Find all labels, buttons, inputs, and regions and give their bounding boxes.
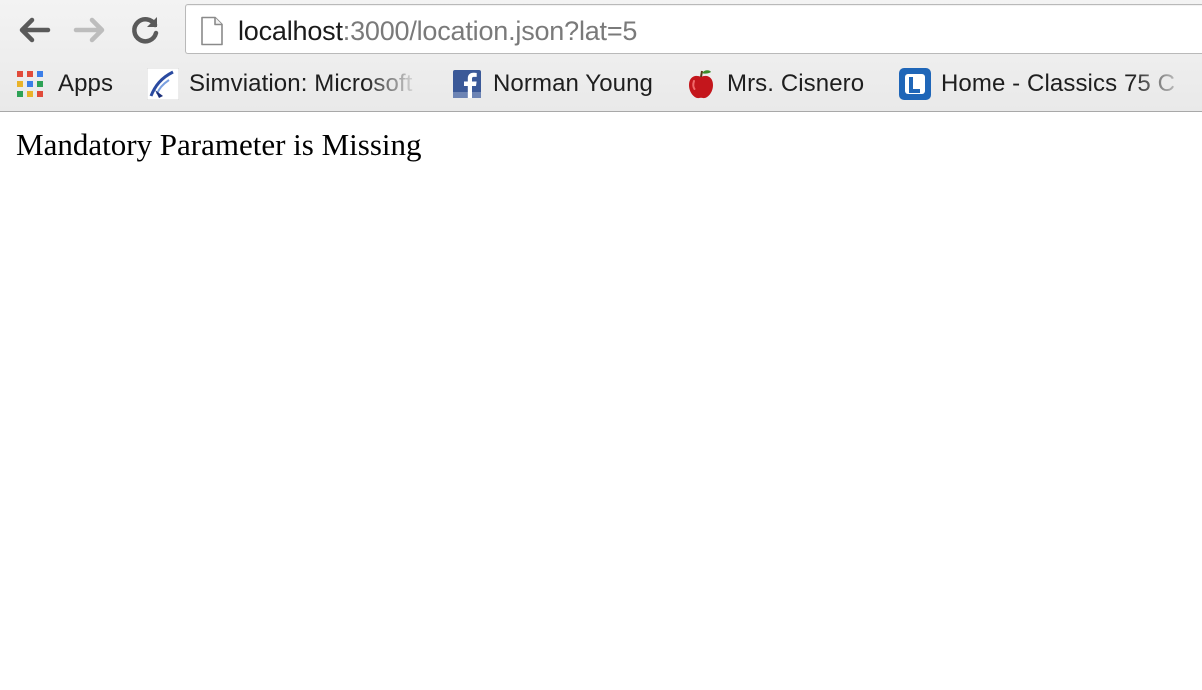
url-host: localhost	[238, 16, 343, 46]
bookmark-mrs-cisnero[interactable]: Mrs. Cisnero	[685, 62, 864, 106]
bookmark-label: Simviation: Microsoft	[189, 70, 413, 97]
bookmark-label: Apps	[58, 70, 114, 97]
simviation-icon	[147, 68, 179, 100]
reload-button[interactable]	[128, 12, 164, 48]
bookmark-apps[interactable]: Apps	[16, 62, 113, 106]
bookmark-simviation[interactable]: Simviation: Microsoft	[147, 62, 419, 106]
back-button[interactable]	[16, 12, 52, 48]
bookmark-home-classics[interactable]: Home - Classics 75 C	[899, 62, 1189, 106]
apps-grid-icon	[16, 68, 44, 100]
error-message: Mandatory Parameter is Missing	[16, 127, 422, 162]
url-path: :3000/location.json?lat=5	[342, 16, 638, 46]
url-text[interactable]: localhost:3000/location.json?lat=5	[238, 16, 637, 46]
bookmark-label: Mrs. Cisnero	[727, 70, 865, 97]
bookmark-label: Home - Classics 75 C	[941, 70, 1176, 97]
browser-toolbar: localhost:3000/location.json?lat=5 Apps	[0, 0, 1202, 112]
document-icon	[200, 16, 224, 51]
l-logo-icon	[899, 68, 931, 100]
bookmark-norman-young[interactable]: Norman Young	[451, 62, 653, 106]
facebook-icon	[451, 68, 483, 100]
bookmarks-bar: Apps Simviation: Microsoft Norman Young …	[0, 62, 1202, 108]
reload-icon	[132, 17, 159, 44]
forward-arrow-icon	[73, 17, 105, 43]
forward-button[interactable]	[72, 12, 108, 48]
address-bar[interactable]: localhost:3000/location.json?lat=5	[185, 4, 1202, 54]
apple-icon	[685, 68, 717, 100]
bookmark-label: Norman Young	[493, 70, 653, 97]
back-arrow-icon	[19, 17, 51, 43]
